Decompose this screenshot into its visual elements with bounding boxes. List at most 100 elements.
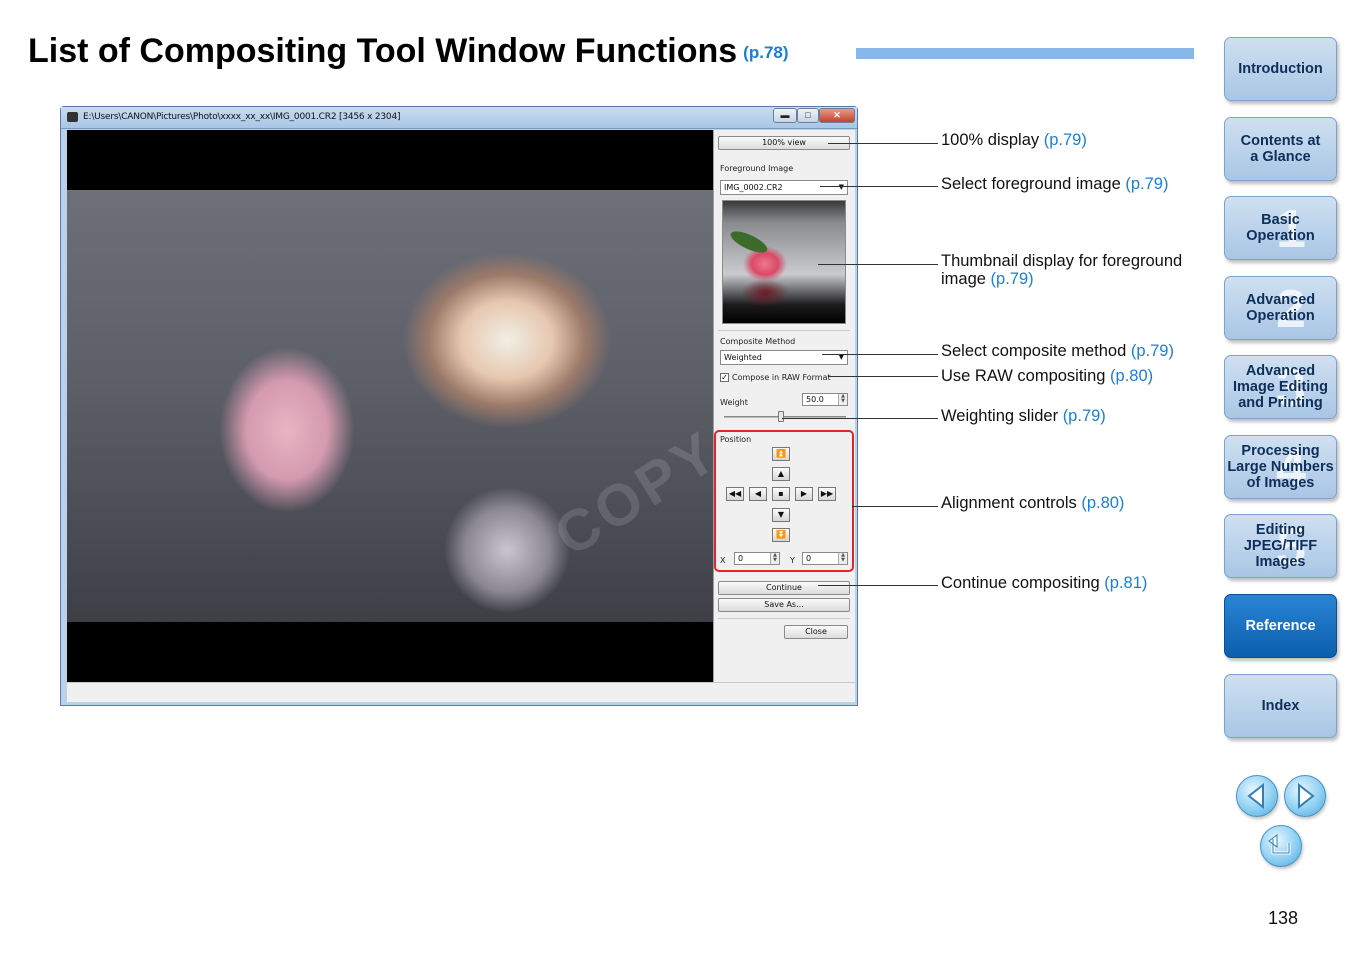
image-canvas[interactable]: COPY (67, 130, 713, 682)
leader-line (818, 585, 938, 586)
move-far-right-button[interactable]: ▶▶ (818, 487, 836, 501)
nav-label: Reference (1245, 618, 1316, 634)
left-arrow-icon: ◀ (754, 489, 762, 498)
control-panel: 100% view Foreground Image IMG_0002.CR2 … (713, 130, 855, 682)
center-button[interactable]: ▪ (772, 487, 790, 501)
callout-text: Use RAW compositing (941, 367, 1106, 385)
minimize-button[interactable]: ▬ (773, 108, 797, 123)
title-decoration-bar (856, 48, 1194, 59)
callout-ref-link[interactable]: (p.80) (1110, 367, 1153, 385)
composite-method-select[interactable]: Weighted ▼ (720, 350, 848, 365)
move-top-button[interactable]: ⏫ (772, 447, 790, 461)
thumbnail-leaf (727, 227, 771, 257)
nav-reference[interactable]: Reference (1224, 594, 1337, 658)
double-right-arrow-icon: ▶▶ (820, 489, 834, 498)
foreground-select-value: IMG_0002.CR2 (724, 183, 783, 192)
raw-compose-label: Compose in RAW Format (732, 373, 831, 382)
leader-line (828, 143, 938, 144)
camera-icon (67, 112, 78, 122)
nav-index[interactable]: Index (1224, 674, 1337, 738)
nav-introduction[interactable]: Introduction (1224, 37, 1337, 101)
move-right-button[interactable]: ▶ (795, 487, 813, 501)
page-title-text: List of Compositing Tool Window Function… (28, 32, 738, 70)
window-titlebar: E:\Users\CANON\Pictures\Photo\xxxx_xx_xx… (61, 107, 857, 129)
x-label: X (720, 556, 726, 565)
save-as-button[interactable]: Save As... (718, 598, 850, 612)
up-arrow-icon: ▲ (777, 469, 785, 478)
weight-slider-handle[interactable] (778, 411, 784, 422)
nav-label: Editing JPEG/TIFF Images (1243, 522, 1318, 570)
page-title-ref-link[interactable]: (p.78) (743, 43, 788, 62)
window-close-button[interactable]: ✕ (819, 108, 855, 123)
nav-label: Basic Operation (1246, 212, 1315, 244)
leader-line (782, 418, 938, 419)
return-button[interactable] (1260, 825, 1302, 867)
previous-page-icon (1247, 783, 1264, 809)
callout-text-line2: image (941, 270, 986, 288)
separator (718, 330, 850, 331)
window-title: E:\Users\CANON\Pictures\Photo\xxxx_xx_xx… (83, 112, 401, 122)
page-number: 138 (1268, 908, 1299, 928)
callout-text: 100% display (941, 131, 1040, 149)
y-spinner[interactable]: ▲ ▼ (838, 553, 847, 564)
leader-line (822, 354, 938, 355)
nav-advanced-operation[interactable]: 2 Advanced Operation (1224, 276, 1337, 340)
double-left-arrow-icon: ◀◀ (728, 489, 742, 498)
nav-advanced-image-editing[interactable]: 3 Advanced Image Editing and Printing (1224, 355, 1337, 419)
raw-compose-checkbox[interactable]: ✓ (720, 373, 729, 382)
callout-text: Alignment controls (941, 494, 1077, 512)
composite-preview-image (67, 190, 713, 622)
chevron-down-icon: ▼ (838, 183, 844, 191)
callout-ref-link[interactable]: (p.79) (991, 270, 1034, 288)
y-input[interactable]: 0 ▲ ▼ (802, 552, 848, 565)
nav-contents-at-a-glance[interactable]: Contents at a Glance (1224, 117, 1337, 181)
nav-basic-operation[interactable]: 1 Basic Operation (1224, 196, 1337, 260)
separator (718, 618, 850, 619)
callout-ref-link[interactable]: (p.79) (1125, 175, 1168, 193)
callout-ref-link[interactable]: (p.79) (1044, 131, 1087, 149)
move-bottom-button[interactable]: ⏬ (772, 528, 790, 542)
continue-button[interactable]: Continue (718, 581, 850, 595)
x-spinner[interactable]: ▲ ▼ (770, 553, 779, 564)
previous-page-button[interactable] (1236, 775, 1278, 817)
callout-ref-link[interactable]: (p.79) (1131, 342, 1174, 360)
leader-line (828, 376, 938, 377)
y-value: 0 (806, 554, 812, 563)
callout-ref-link[interactable]: (p.81) (1104, 574, 1147, 592)
window-status-bar (67, 682, 855, 702)
nav-editing-jpeg-tiff[interactable]: 5 Editing JPEG/TIFF Images (1224, 514, 1337, 578)
callout-composite-method: Select composite method (p.79) (941, 342, 1174, 360)
composite-method-label: Composite Method (720, 337, 796, 346)
compositing-tool-window: E:\Users\CANON\Pictures\Photo\xxxx_xx_xx… (60, 106, 858, 706)
maximize-button[interactable]: □ (797, 108, 819, 123)
nav-label: Advanced Image Editing and Printing (1232, 363, 1329, 411)
double-down-arrow-icon: ⏬ (776, 530, 786, 539)
page-title: List of Compositing Tool Window Function… (28, 32, 789, 71)
callout-100-display: 100% display (p.79) (941, 131, 1087, 149)
callout-ref-link[interactable]: (p.79) (1063, 407, 1106, 425)
weight-spinner[interactable]: ▲ ▼ (838, 394, 847, 405)
composite-method-value: Weighted (724, 353, 762, 362)
foreground-label: Foreground Image (720, 164, 794, 173)
y-label: Y (790, 556, 795, 565)
move-down-button[interactable]: ▼ (772, 508, 790, 522)
weight-value: 50.0 (806, 395, 824, 404)
x-input[interactable]: 0 ▲ ▼ (734, 552, 780, 565)
next-page-button[interactable] (1284, 775, 1326, 817)
callout-weighting-slider: Weighting slider (p.79) (941, 407, 1106, 425)
x-value: 0 (738, 554, 744, 563)
move-left-button[interactable]: ◀ (749, 487, 767, 501)
move-up-button[interactable]: ▲ (772, 467, 790, 481)
leader-line (820, 186, 938, 187)
callout-ref-link[interactable]: (p.80) (1081, 494, 1124, 512)
down-arrow-icon: ▼ (777, 510, 785, 519)
callout-text: Continue compositing (941, 574, 1100, 592)
foreground-select[interactable]: IMG_0002.CR2 ▼ (720, 180, 848, 195)
close-button[interactable]: Close (784, 625, 848, 639)
weight-label: Weight (720, 398, 748, 407)
weight-input[interactable]: 50.0 ▲ ▼ (802, 393, 848, 406)
return-icon (1268, 834, 1291, 855)
move-far-left-button[interactable]: ◀◀ (726, 487, 744, 501)
callout-select-foreground: Select foreground image (p.79) (941, 175, 1168, 193)
nav-processing-large-numbers[interactable]: 4 Processing Large Numbers of Images (1224, 435, 1337, 499)
